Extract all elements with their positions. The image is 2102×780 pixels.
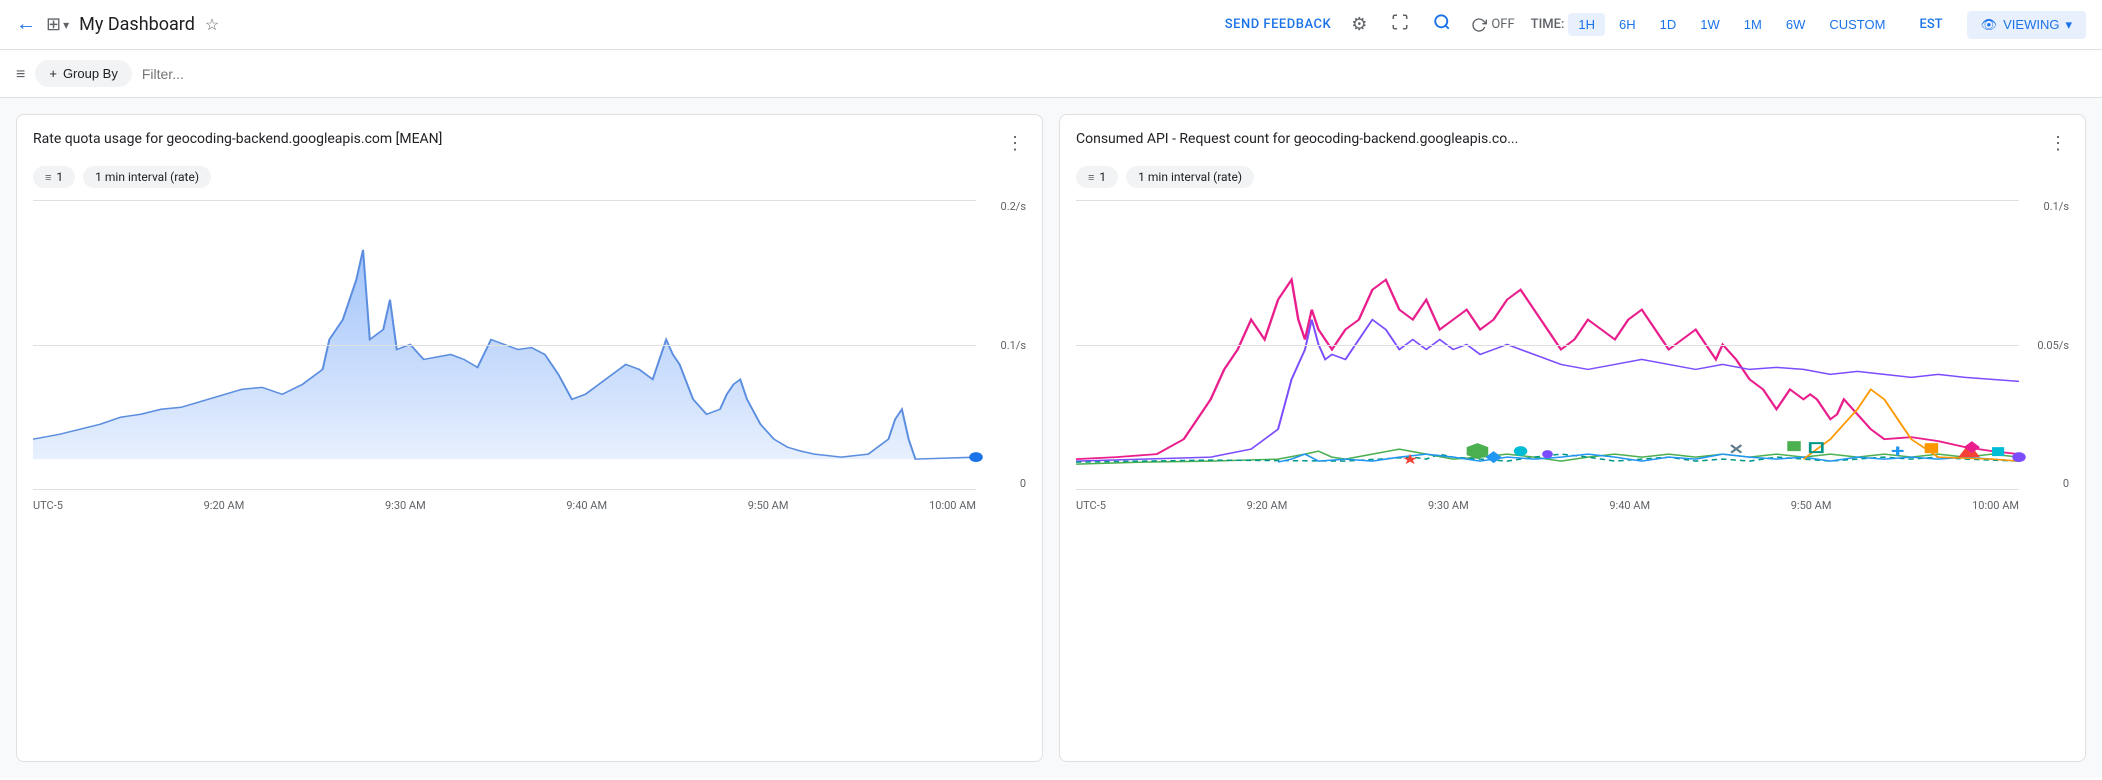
chart-card-2: Consumed API - Request count for geocodi… xyxy=(1059,114,2086,762)
interval-label-2: 1 min interval (rate) xyxy=(1138,170,1242,184)
time-section: TIME: 1H 6H 1D 1W 1M 6W CUSTOM xyxy=(1531,13,1896,36)
main-content: Rate quota usage for geocoding-backend.g… xyxy=(0,98,2102,778)
y-min-2: 0 xyxy=(2063,477,2069,490)
x2-label-920: 9:20 AM xyxy=(1247,499,1288,512)
favorite-icon[interactable]: ☆ xyxy=(205,15,219,34)
back-button[interactable]: ← xyxy=(16,13,36,36)
time-button-1w[interactable]: 1W xyxy=(1690,13,1730,36)
chart-area-2: 0.1/s 0.05/s 0 xyxy=(1076,200,2069,520)
search-button[interactable] xyxy=(1429,9,1455,40)
chart-x-axis-1: UTC-5 9:20 AM 9:30 AM 9:40 AM 9:50 AM 10… xyxy=(33,490,976,520)
filter-bar: ≡ + Group By xyxy=(0,50,2102,98)
chart-tags-1: ≡ 1 1 min interval (rate) xyxy=(33,166,1026,188)
x2-label-utc: UTC-5 xyxy=(1076,499,1106,512)
y-mid-1: 0.1/s xyxy=(1001,339,1026,352)
time-button-1d[interactable]: 1D xyxy=(1650,13,1687,36)
chart-header-1: Rate quota usage for geocoding-backend.g… xyxy=(33,131,1026,156)
dashboard-icon-button[interactable]: ⊞ ▾ xyxy=(46,14,69,35)
dropdown-arrow-icon: ▾ xyxy=(63,18,69,32)
svg-text:+: + xyxy=(1891,441,1904,462)
grid-icon: ⊞ xyxy=(46,14,61,35)
grid-line-mid-2 xyxy=(1076,345,2019,346)
y-min-1: 0 xyxy=(1020,477,1026,490)
auto-refresh-label: OFF xyxy=(1491,17,1514,32)
x-label-1000: 10:00 AM xyxy=(929,499,976,512)
grid-line-top-1 xyxy=(33,200,976,201)
grid-line-mid-1 xyxy=(33,345,976,346)
y-mid-2: 0.05/s xyxy=(2037,339,2069,352)
header-center: SEND FEEDBACK ⚙ OFF TIME: 1H 6H 1D 1W 1M… xyxy=(1225,9,2086,40)
chart-y-axis-1: 0.2/s 0.1/s 0 xyxy=(986,200,1026,490)
group-by-button[interactable]: + Group By xyxy=(35,60,132,87)
interval-label-1: 1 min interval (rate) xyxy=(95,170,199,184)
time-button-1m[interactable]: 1M xyxy=(1734,13,1772,36)
viewing-label: VIEWING xyxy=(2003,17,2059,32)
timezone-button[interactable]: EST xyxy=(1911,13,1950,36)
time-button-6h[interactable]: 6H xyxy=(1609,13,1646,36)
header-left: ← ⊞ ▾ My Dashboard ☆ xyxy=(16,13,1213,36)
header: ← ⊞ ▾ My Dashboard ☆ SEND FEEDBACK ⚙ OFF xyxy=(0,0,2102,50)
x2-label-950: 9:50 AM xyxy=(1791,499,1832,512)
filter-icon-1: ≡ xyxy=(45,171,51,184)
plus-icon: + xyxy=(49,66,57,81)
auto-refresh-toggle[interactable]: OFF xyxy=(1471,17,1514,33)
group-by-label: Group By xyxy=(63,66,118,81)
chart-menu-button-1[interactable]: ⋮ xyxy=(1004,131,1026,156)
time-button-1h[interactable]: 1H xyxy=(1568,13,1605,36)
chart-plot-1 xyxy=(33,200,976,490)
y-max-2: 0.1/s xyxy=(2044,200,2069,213)
chart-title-1: Rate quota usage for geocoding-backend.g… xyxy=(33,131,442,147)
settings-button[interactable]: ⚙ xyxy=(1347,10,1371,39)
x-label-930: 9:30 AM xyxy=(385,499,426,512)
x-label-950: 9:50 AM xyxy=(748,499,789,512)
chart-title-2: Consumed API - Request count for geocodi… xyxy=(1076,131,1518,147)
chart-filter-tag-2[interactable]: ≡ 1 xyxy=(1076,166,1118,188)
svg-text:✕: ✕ xyxy=(1728,442,1744,458)
filter-menu-icon[interactable]: ≡ xyxy=(16,64,25,84)
x-label-940: 9:40 AM xyxy=(566,499,607,512)
viewing-button[interactable]: 👁 VIEWING ▾ xyxy=(1967,11,2086,39)
send-feedback-button[interactable]: SEND FEEDBACK xyxy=(1225,17,1331,32)
filter-input[interactable] xyxy=(142,66,2086,82)
chart-header-2: Consumed API - Request count for geocodi… xyxy=(1076,131,2069,156)
dashboard-title: My Dashboard xyxy=(79,14,195,35)
eye-icon: 👁 xyxy=(1981,17,1998,33)
chart-card-1: Rate quota usage for geocoding-backend.g… xyxy=(16,114,1043,762)
filter-count-2: 1 xyxy=(1099,170,1106,184)
chart-x-axis-2: UTC-5 9:20 AM 9:30 AM 9:40 AM 9:50 AM 10… xyxy=(1076,490,2019,520)
fullscreen-button[interactable] xyxy=(1387,9,1413,40)
y-max-1: 0.2/s xyxy=(1001,200,1026,213)
chart-filter-tag-1[interactable]: ≡ 1 xyxy=(33,166,75,188)
x2-label-1000: 10:00 AM xyxy=(1972,499,2019,512)
filter-icon-2: ≡ xyxy=(1088,171,1094,184)
chart-interval-tag-1[interactable]: 1 min interval (rate) xyxy=(83,166,211,188)
viewing-dropdown-icon: ▾ xyxy=(2065,17,2072,33)
grid-line-top-2 xyxy=(1076,200,2019,201)
x2-label-930: 9:30 AM xyxy=(1428,499,1469,512)
filter-count-1: 1 xyxy=(56,170,63,184)
chart-y-axis-2: 0.1/s 0.05/s 0 xyxy=(2029,200,2069,490)
time-button-custom[interactable]: CUSTOM xyxy=(1819,13,1895,36)
chart-tags-2: ≡ 1 1 min interval (rate) xyxy=(1076,166,2069,188)
chart-area-1: 0.2/s 0.1/s 0 xyxy=(33,200,1026,520)
x-label-920: 9:20 AM xyxy=(204,499,245,512)
chart-plot-2: ★ ✕ + xyxy=(1076,200,2019,490)
chart-interval-tag-2[interactable]: 1 min interval (rate) xyxy=(1126,166,1254,188)
chart-menu-button-2[interactable]: ⋮ xyxy=(2047,131,2069,156)
time-button-6w[interactable]: 6W xyxy=(1776,13,1816,36)
time-label: TIME: xyxy=(1531,17,1565,32)
x-label-utc: UTC-5 xyxy=(33,499,63,512)
x2-label-940: 9:40 AM xyxy=(1609,499,1650,512)
svg-text:★: ★ xyxy=(1402,452,1419,468)
